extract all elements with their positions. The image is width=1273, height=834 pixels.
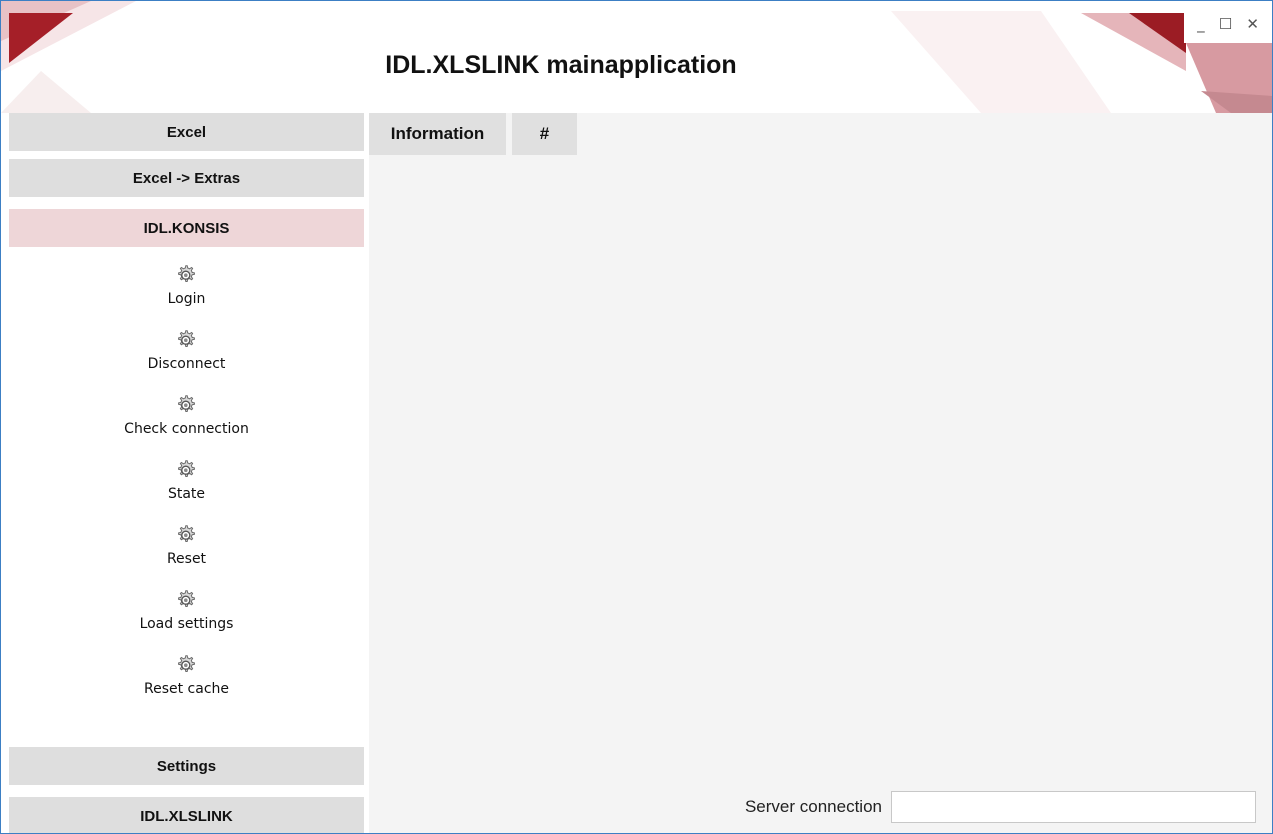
- tool-label: Login: [167, 291, 206, 307]
- reset-tool[interactable]: Reset: [9, 523, 364, 588]
- load-settings-tool[interactable]: Load settings: [9, 588, 364, 653]
- tab-hash[interactable]: #: [512, 113, 577, 155]
- gear-icon: [177, 525, 195, 543]
- gear-icon: [177, 655, 195, 673]
- state-tool[interactable]: State: [9, 458, 364, 523]
- konsis-tool-list: Login Disconnect Check connection State …: [9, 263, 364, 718]
- gear-icon: [177, 330, 195, 348]
- tool-label: Reset cache: [143, 681, 230, 697]
- sidebar-item-excel-extras[interactable]: Excel -> Extras: [9, 159, 364, 197]
- minimize-button[interactable]: _: [1197, 15, 1205, 33]
- sidebar-item-idl-xlslink[interactable]: IDL.XLSLINK: [9, 797, 364, 833]
- server-connection-field[interactable]: [891, 791, 1256, 823]
- tool-label: Disconnect: [147, 356, 226, 372]
- maximize-button[interactable]: ☐: [1219, 15, 1232, 33]
- app-title: IDL.XLSLINK mainapplication: [385, 51, 737, 79]
- tool-label: State: [167, 486, 206, 502]
- main-panel: Information #: [369, 113, 1272, 785]
- login-tool[interactable]: Login: [9, 263, 364, 328]
- tool-label: Check connection: [124, 421, 249, 437]
- status-bar: Server connection: [369, 785, 1272, 833]
- gear-icon: [177, 265, 195, 283]
- check-connection-tool[interactable]: Check connection: [9, 393, 364, 458]
- app-window: IDL.XLSLINK mainapplication _ ☐ ✕ Excel …: [0, 0, 1273, 834]
- server-connection-label: Server connection: [744, 797, 882, 816]
- gear-icon: [177, 590, 195, 608]
- sidebar-item-excel[interactable]: Excel: [9, 113, 364, 151]
- gear-icon: [177, 395, 195, 413]
- close-button[interactable]: ✕: [1246, 15, 1259, 33]
- header: IDL.XLSLINK mainapplication _ ☐ ✕: [1, 1, 1272, 113]
- window-controls: _ ☐ ✕: [1184, 9, 1272, 43]
- sidebar: Excel Excel -> Extras IDL.KONSIS Login D…: [9, 113, 364, 833]
- sidebar-item-settings[interactable]: Settings: [9, 747, 364, 785]
- tool-label: Reset: [166, 551, 207, 567]
- disconnect-tool[interactable]: Disconnect: [9, 328, 364, 393]
- tool-label: Load settings: [139, 616, 234, 632]
- reset-cache-tool[interactable]: Reset cache: [9, 653, 364, 718]
- tab-information[interactable]: Information: [369, 113, 506, 155]
- sidebar-item-idl-konsis[interactable]: IDL.KONSIS: [9, 209, 364, 247]
- gear-icon: [177, 460, 195, 478]
